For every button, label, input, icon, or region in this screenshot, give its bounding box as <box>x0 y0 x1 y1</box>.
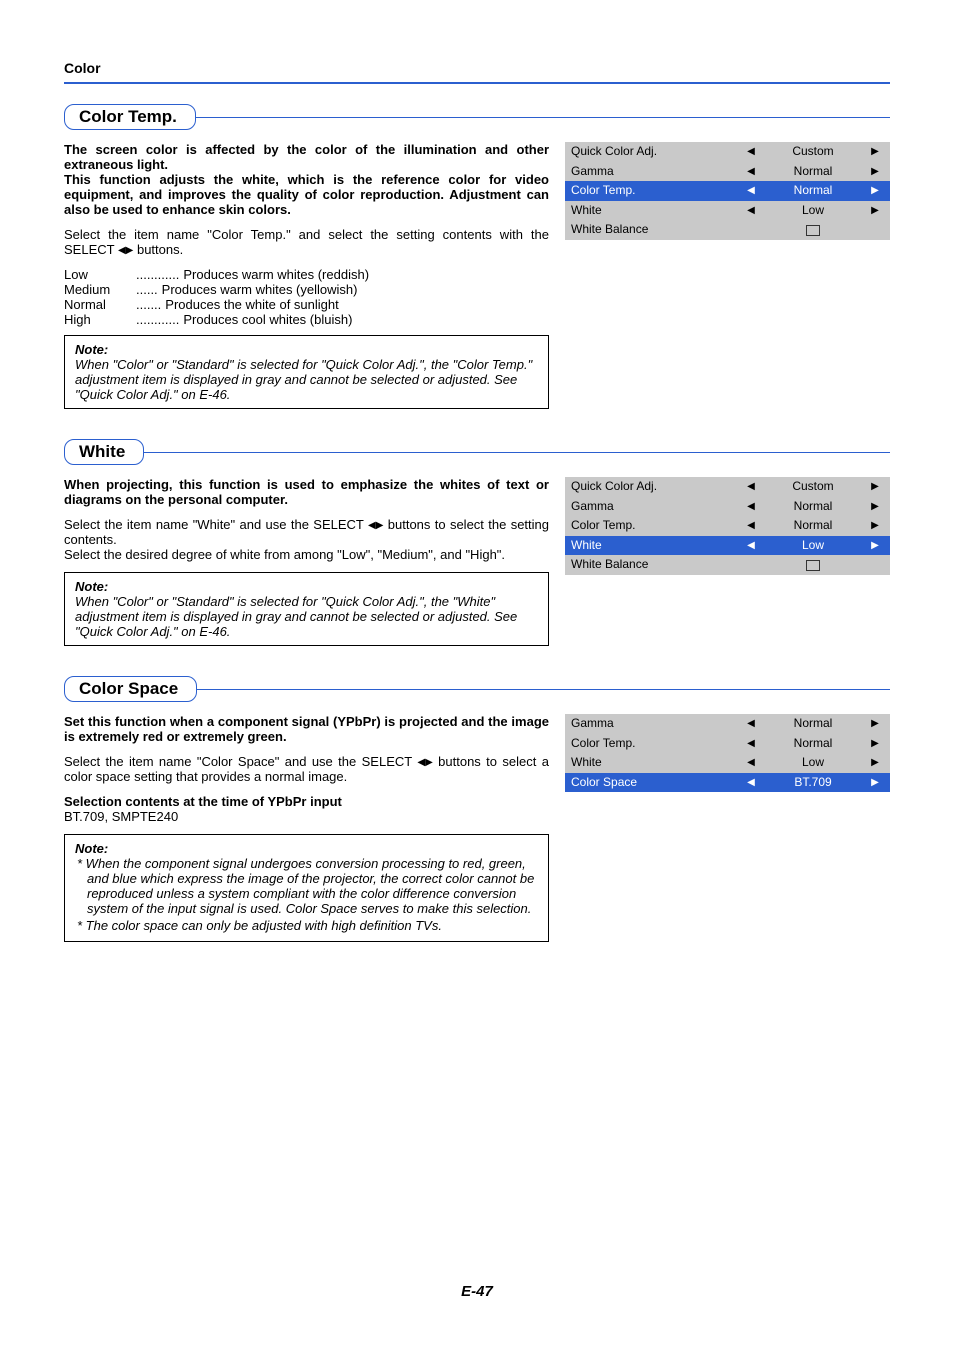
option-list: Low............Produces warm whites (red… <box>64 267 549 327</box>
menu-row: White Balance <box>565 220 890 240</box>
note-box: Note: When the component signal undergoe… <box>64 834 549 942</box>
enter-icon <box>806 225 820 236</box>
section-color-space: Color Space Set this function when a com… <box>64 676 890 942</box>
page-number: E-47 <box>0 1283 954 1300</box>
menu-row: White Balance <box>565 555 890 575</box>
menu-screenshot: GammaNormal Color Temp.Normal WhiteLow C… <box>565 714 890 792</box>
opt-desc: Produces cool whites (bluish) <box>183 312 549 327</box>
left-arrow-icon <box>736 142 766 162</box>
note-body: When the component signal undergoes conv… <box>75 856 538 933</box>
note-box: Note: When "Color" or "Standard" is sele… <box>64 335 549 409</box>
enter-icon <box>806 560 820 571</box>
section-header: Color Temp. <box>64 104 890 130</box>
menu-row: WhiteLow <box>565 753 890 773</box>
note-label: Note: <box>75 841 538 856</box>
menu-screenshot: Quick Color Adj.Custom GammaNormal Color… <box>565 142 890 240</box>
note-label: Note: <box>75 342 538 357</box>
section-title: Color Space <box>64 676 197 702</box>
menu-row: Color Temp.Normal <box>565 516 890 536</box>
note-body: When "Color" or "Standard" is selected f… <box>75 594 538 639</box>
section-title: White <box>64 439 144 465</box>
section-white: White When projecting, this function is … <box>64 439 890 646</box>
menu-row: GammaNormal <box>565 714 890 734</box>
instruction-text: Select the item name "White" and use the… <box>64 517 549 547</box>
header-rule <box>64 82 890 84</box>
note-box: Note: When "Color" or "Standard" is sele… <box>64 572 549 646</box>
section-title: Color Temp. <box>64 104 196 130</box>
opt-term: Medium <box>64 282 132 297</box>
right-arrow-icon <box>860 142 890 162</box>
right-arrow-icon <box>425 757 433 768</box>
menu-row-selected: Color SpaceBT.709 <box>565 773 890 793</box>
intro-text: When projecting, this function is used t… <box>64 477 549 507</box>
opt-term: Low <box>64 267 132 282</box>
section-color-temp: Color Temp. The screen color is affected… <box>64 104 890 409</box>
intro-text: The screen color is affected by the colo… <box>64 142 549 217</box>
intro-text: Set this function when a component signa… <box>64 714 549 744</box>
left-arrow-icon <box>417 757 425 768</box>
left-arrow-icon <box>118 245 126 256</box>
menu-row: GammaNormal <box>565 497 890 517</box>
menu-screenshot: Quick Color Adj.Custom GammaNormal Color… <box>565 477 890 575</box>
menu-row: Color Temp.Normal <box>565 734 890 754</box>
left-arrow-icon <box>368 520 376 531</box>
note-body: When "Color" or "Standard" is selected f… <box>75 357 538 402</box>
menu-row-selected: WhiteLow <box>565 536 890 556</box>
menu-row: GammaNormal <box>565 162 890 182</box>
menu-row-selected: Color Temp.Normal <box>565 181 890 201</box>
menu-row: Quick Color Adj.Custom <box>565 477 890 497</box>
sub-body: BT.709, SMPTE240 <box>64 809 549 824</box>
opt-desc: Produces warm whites (reddish) <box>183 267 549 282</box>
menu-row: Quick Color Adj.Custom <box>565 142 890 162</box>
opt-desc: Produces warm whites (yellowish) <box>162 282 549 297</box>
instruction-text: Select the item name "Color Space" and u… <box>64 754 549 784</box>
page-header: Color <box>64 60 890 76</box>
note-label: Note: <box>75 579 538 594</box>
instruction-text-2: Select the desired degree of white from … <box>64 547 549 562</box>
sub-heading: Selection contents at the time of YPbPr … <box>64 794 342 809</box>
opt-term: Normal <box>64 297 132 312</box>
opt-desc: Produces the white of sunlight <box>165 297 549 312</box>
opt-term: High <box>64 312 132 327</box>
instruction-text: Select the item name "Color Temp." and s… <box>64 227 549 257</box>
menu-row: WhiteLow <box>565 201 890 221</box>
